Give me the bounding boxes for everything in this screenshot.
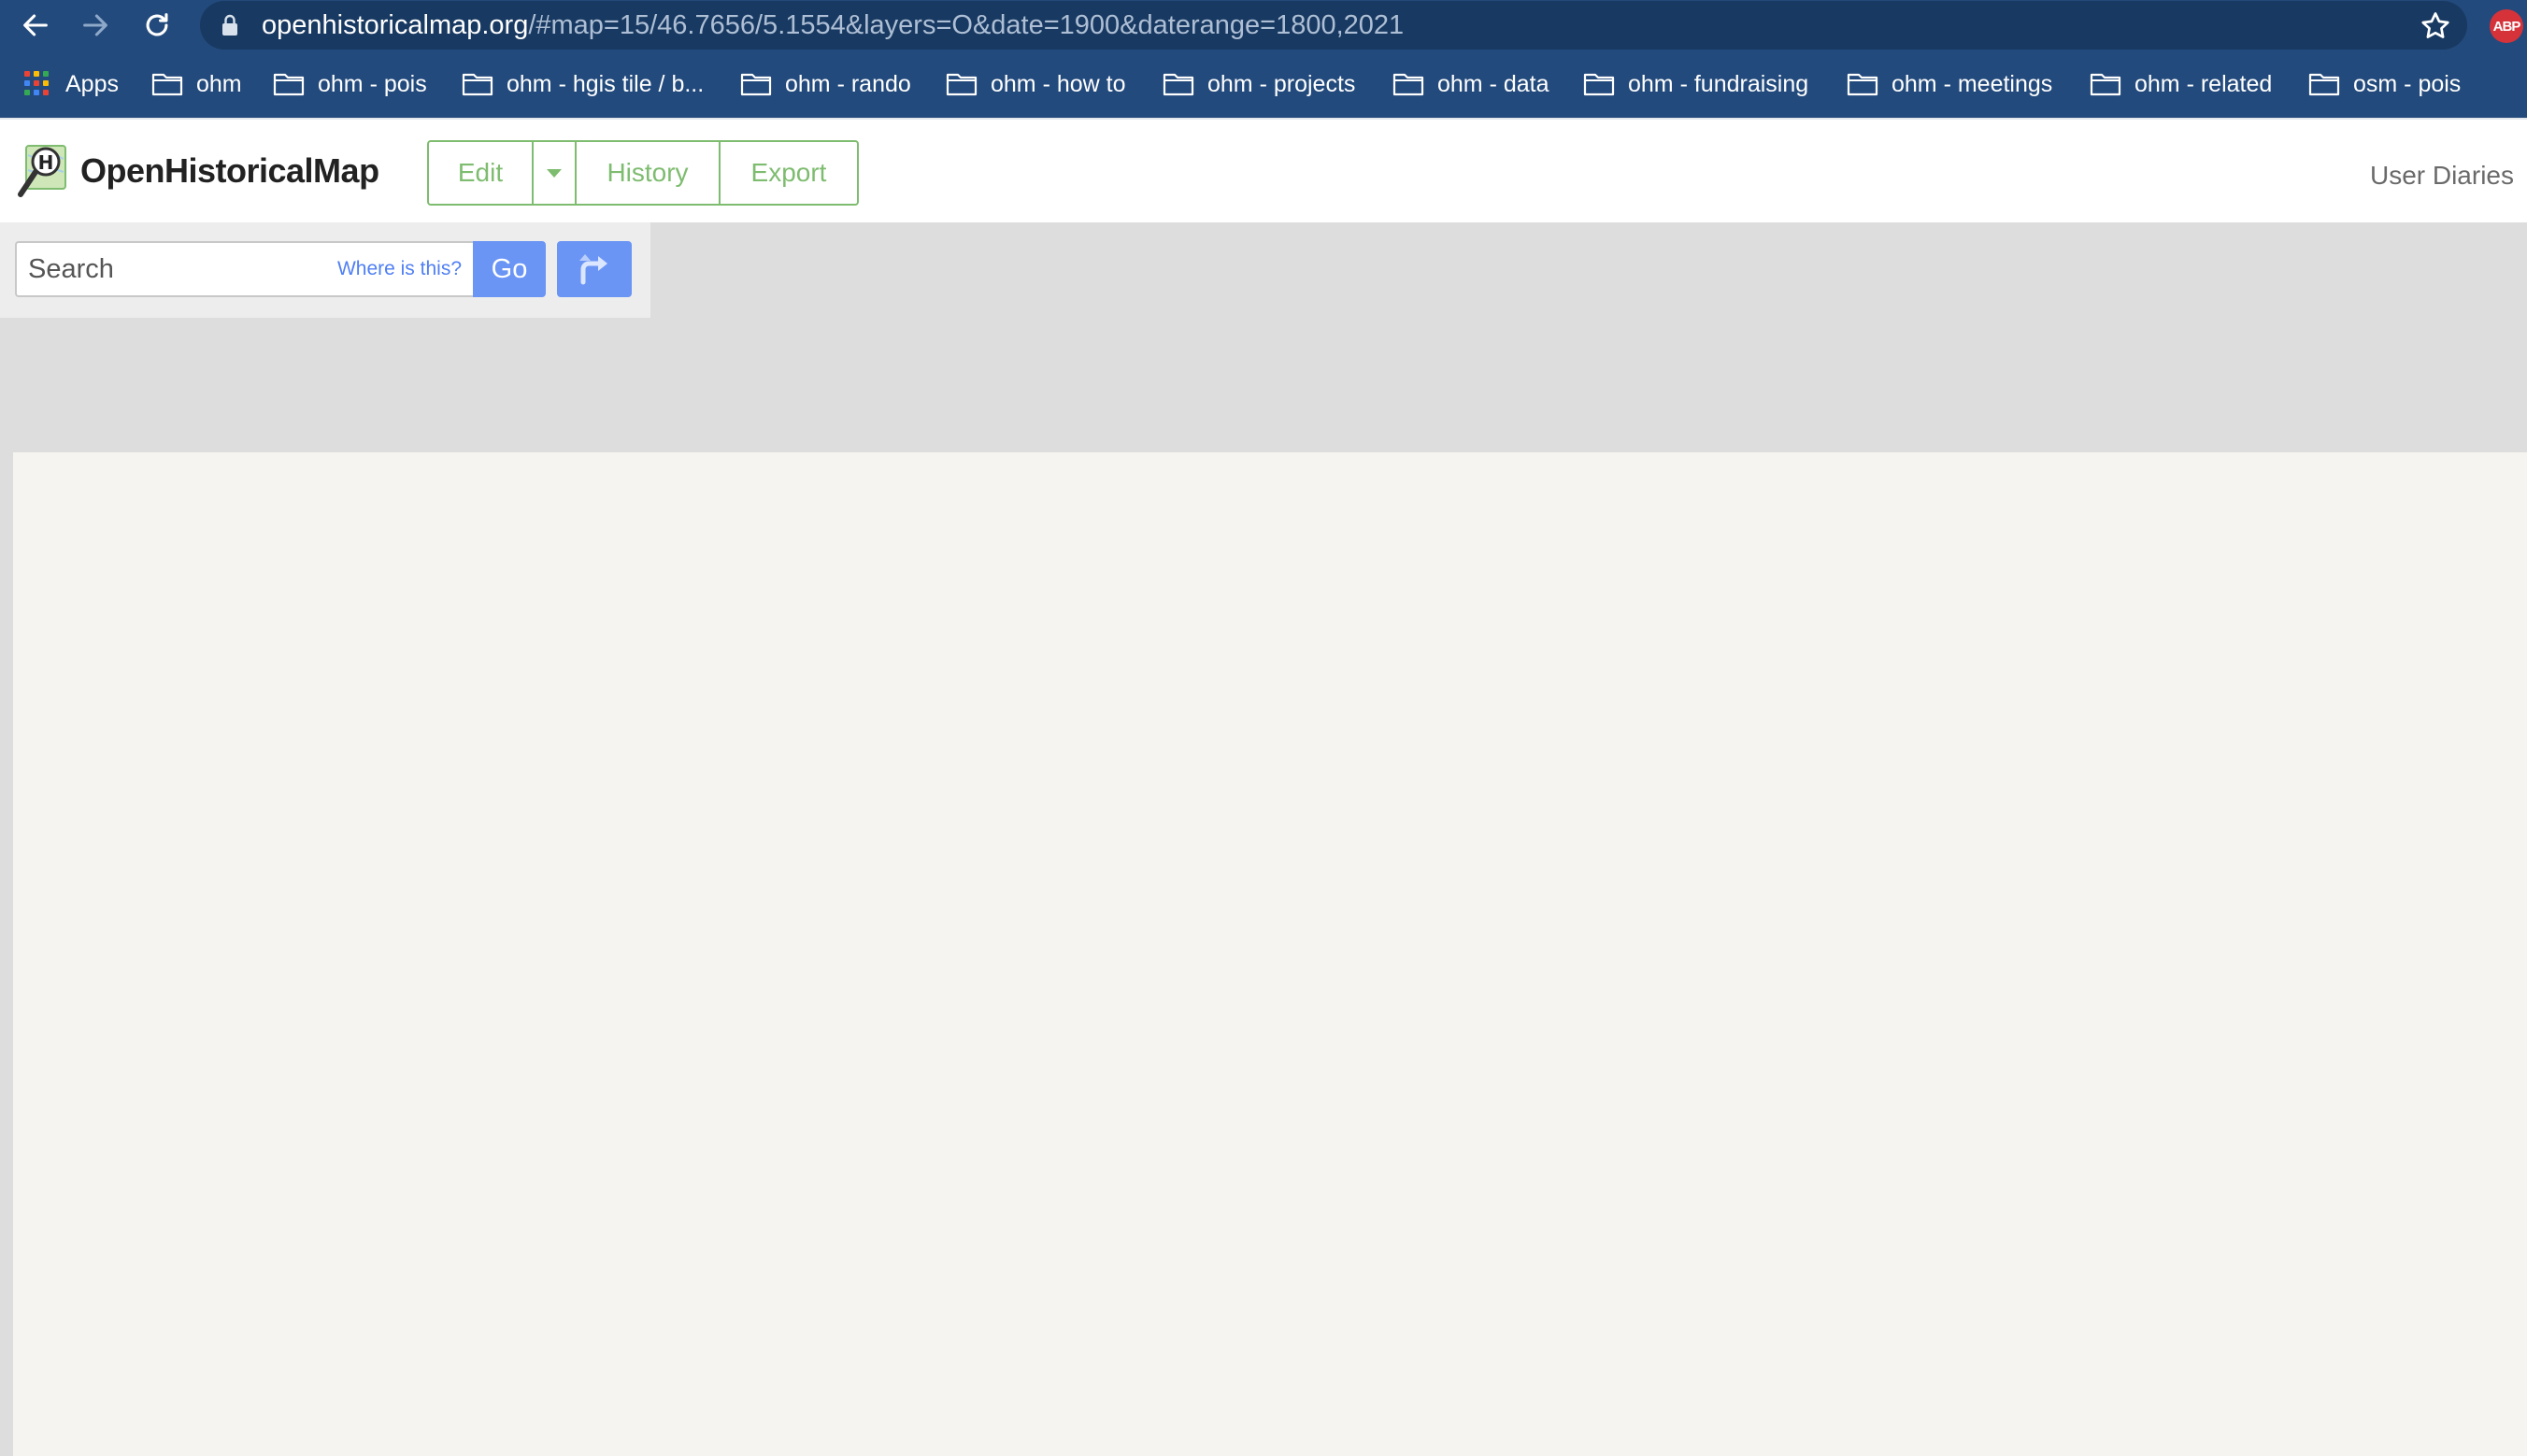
- bookmark-folder-ohm-how-to[interactable]: ohm - how to: [946, 65, 1126, 103]
- bookmark-folder-ohm-meetings[interactable]: ohm - meetings: [1847, 65, 2052, 103]
- url-text: openhistoricalmap.org/#map=15/46.7656/5.…: [262, 10, 1404, 40]
- bookmark-label: ohm - data: [1437, 70, 1549, 97]
- url-host: openhistoricalmap.org: [262, 10, 529, 40]
- bookmark-folder-osm-pois[interactable]: osm - pois: [2308, 65, 2461, 103]
- bookmark-label: ohm - hgis tile / b...: [507, 70, 705, 97]
- folder-icon: [1163, 73, 1194, 96]
- search-panel: Where is this? Go: [0, 222, 650, 318]
- back-button[interactable]: [15, 6, 56, 45]
- reload-icon: [146, 13, 168, 36]
- apps-grid-icon: [24, 71, 50, 97]
- site-logo-link[interactable]: H OpenHistoricalMap: [15, 142, 379, 200]
- bookmark-apps[interactable]: Apps: [24, 65, 119, 103]
- caret-down-icon: [547, 168, 562, 178]
- folder-icon: [151, 73, 183, 96]
- where-is-this-link[interactable]: Where is this?: [337, 258, 462, 280]
- folder-icon: [740, 73, 772, 96]
- bookmark-folder-ohm-pois[interactable]: ohm - pois: [273, 65, 427, 103]
- site-header: H OpenHistoricalMap Edit History Export …: [0, 118, 2527, 222]
- edit-dropdown-toggle[interactable]: [534, 142, 577, 204]
- bookmark-label: ohm: [196, 70, 242, 97]
- bookmarks-bar: Apps ohm ohm - pois ohm - hgis tile / b.…: [0, 58, 2527, 110]
- user-diaries-link[interactable]: User Diaries: [2370, 161, 2514, 191]
- bookmark-label: ohm - how to: [991, 70, 1126, 97]
- bookmark-star-icon[interactable]: [2419, 9, 2452, 43]
- search-input[interactable]: [28, 243, 336, 295]
- bookmark-label: ohm - pois: [318, 70, 427, 97]
- export-button[interactable]: Export: [721, 142, 857, 204]
- directions-button[interactable]: [557, 241, 632, 297]
- bookmark-folder-ohm-related[interactable]: ohm - related: [2090, 65, 2272, 103]
- folder-icon: [462, 73, 493, 96]
- arrow-left-icon: [23, 14, 48, 36]
- bookmark-label: ohm - projects: [1207, 70, 1356, 97]
- bookmark-folder-ohm[interactable]: ohm: [151, 65, 242, 103]
- folder-icon: [946, 73, 978, 96]
- folder-icon: [273, 73, 305, 96]
- bookmark-label: ohm - meetings: [1892, 70, 2053, 97]
- ohm-logo-icon: H: [18, 145, 66, 197]
- url-path: /#map=15/46.7656/5.1554&layers=O&date=19…: [528, 10, 1405, 40]
- folder-icon: [1583, 73, 1615, 96]
- bookmark-folder-ohm-rando[interactable]: ohm - rando: [740, 65, 911, 103]
- bookmark-label: Apps: [65, 70, 119, 97]
- map-canvas[interactable]: [13, 452, 2527, 1456]
- reload-button[interactable]: [136, 6, 178, 45]
- arrow-right-icon: [83, 14, 107, 36]
- svg-text:H: H: [38, 151, 54, 174]
- search-field: Where is this?: [15, 241, 473, 297]
- adblock-extension-icon[interactable]: ABP: [2490, 9, 2523, 43]
- go-button[interactable]: Go: [473, 241, 546, 297]
- browser-chrome: openhistoricalmap.org/#map=15/46.7656/5.…: [0, 0, 2527, 118]
- bookmark-label: osm - pois: [2353, 70, 2462, 97]
- browser-toolbar: openhistoricalmap.org/#map=15/46.7656/5.…: [0, 0, 2527, 50]
- folder-icon: [1847, 73, 1878, 96]
- folder-icon: [1392, 73, 1424, 96]
- bookmark-label: ohm - related: [2134, 70, 2273, 97]
- lock-icon: [222, 14, 237, 36]
- bookmark-label: ohm - rando: [785, 70, 911, 97]
- site-title: OpenHistoricalMap: [80, 151, 379, 190]
- bookmark-folder-ohm-data[interactable]: ohm - data: [1392, 65, 1549, 103]
- bookmark-folder-ohm-fundraising[interactable]: ohm - fundraising: [1583, 65, 1808, 103]
- forward-button[interactable]: [75, 6, 116, 45]
- history-button[interactable]: History: [577, 142, 721, 204]
- bookmark-folder-ohm-hgis[interactable]: ohm - hgis tile / b...: [462, 65, 704, 103]
- edit-button[interactable]: Edit: [429, 142, 534, 204]
- map-content-area: Where is this? Go: [0, 222, 2527, 1456]
- address-bar[interactable]: openhistoricalmap.org/#map=15/46.7656/5.…: [200, 1, 2467, 50]
- directions-icon: [579, 254, 607, 285]
- bookmark-label: ohm - fundraising: [1628, 70, 1809, 97]
- bookmark-folder-ohm-projects[interactable]: ohm - projects: [1163, 65, 1355, 103]
- edit-history-export-group: Edit History Export: [427, 140, 859, 206]
- folder-icon: [2090, 73, 2121, 96]
- folder-icon: [2308, 73, 2340, 96]
